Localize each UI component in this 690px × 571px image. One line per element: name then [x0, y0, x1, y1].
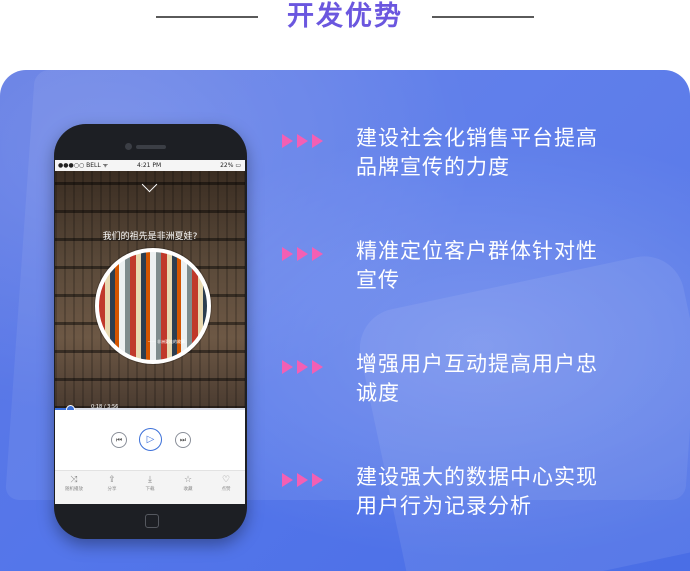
- bottom-tab-bar: ⤨ 随机播放 ⇪ 分享 ⤓ 下载 ☆ 收藏 ♡ 点赞: [55, 470, 245, 504]
- playback-controls: ⏮ ▷ ⏭: [55, 410, 245, 470]
- tab-share[interactable]: ⇪ 分享: [93, 475, 131, 494]
- chevron-down-icon[interactable]: [141, 176, 158, 193]
- status-bar: ●●●○○ BELL ᯤ 4:21 PM 22% ▭: [55, 160, 245, 171]
- thumbs-up-icon: ♡: [221, 475, 231, 485]
- feature-text: 增强用户互动提高用户忠 诚度: [356, 352, 598, 405]
- download-icon: ⤓: [148, 475, 152, 485]
- feature-text: 精准定位客户群体针对性 宣传: [356, 239, 598, 292]
- phone-camera: [125, 143, 132, 150]
- audio-player: 我们的祖先是非洲夏娃? —— 非洲夏娃的故事 0:18 / 3:56: [55, 171, 245, 410]
- triple-arrow-icon: [282, 247, 327, 261]
- tab-like[interactable]: ♡ 点赞: [207, 475, 245, 494]
- tab-label: 随机播放: [65, 487, 83, 492]
- tab-download[interactable]: ⤓ 下载: [131, 475, 169, 494]
- phone-home-button: [145, 514, 159, 528]
- section-header: 开发优势: [0, 0, 690, 46]
- triple-arrow-icon: [282, 134, 327, 148]
- tab-shuffle[interactable]: ⤨ 随机播放: [55, 475, 93, 494]
- tab-label: 下载: [145, 487, 155, 492]
- star-icon: ☆: [183, 475, 193, 485]
- feature-text: 建设强大的数据中心实现 用户行为记录分析: [356, 465, 598, 518]
- triple-arrow-icon: [282, 360, 327, 374]
- battery-label: 22% ▭: [220, 162, 241, 169]
- tab-label: 分享: [107, 487, 117, 492]
- phone-screen: ●●●○○ BELL ᯤ 4:21 PM 22% ▭ 我们的祖先是非洲夏娃? —…: [55, 160, 245, 504]
- next-track-button[interactable]: ⏭: [175, 432, 191, 448]
- title-divider-right: [432, 16, 534, 18]
- carrier-label: ●●●○○ BELL ᯤ: [58, 162, 109, 169]
- feature-text: 建设社会化销售平台提高 品牌宣传的力度: [356, 126, 598, 179]
- previous-track-button[interactable]: ⏮: [111, 432, 127, 448]
- tab-label: 点赞: [221, 487, 231, 492]
- phone-speaker: [136, 145, 166, 149]
- page-title: 开发优势: [287, 1, 403, 32]
- share-icon: ⇪: [108, 475, 116, 485]
- song-title: 我们的祖先是非洲夏娃?: [102, 232, 198, 242]
- clock-label: 4:21 PM: [137, 162, 162, 169]
- triple-arrow-icon: [282, 473, 327, 487]
- shuffle-icon: ⤨: [70, 475, 78, 485]
- play-button[interactable]: ▷: [139, 428, 162, 451]
- tab-label: 收藏: [183, 487, 193, 492]
- disc-caption: —— 非洲夏娃的故事: [147, 339, 185, 344]
- tab-favorite[interactable]: ☆ 收藏: [169, 475, 207, 494]
- album-cover-disc: [95, 248, 211, 364]
